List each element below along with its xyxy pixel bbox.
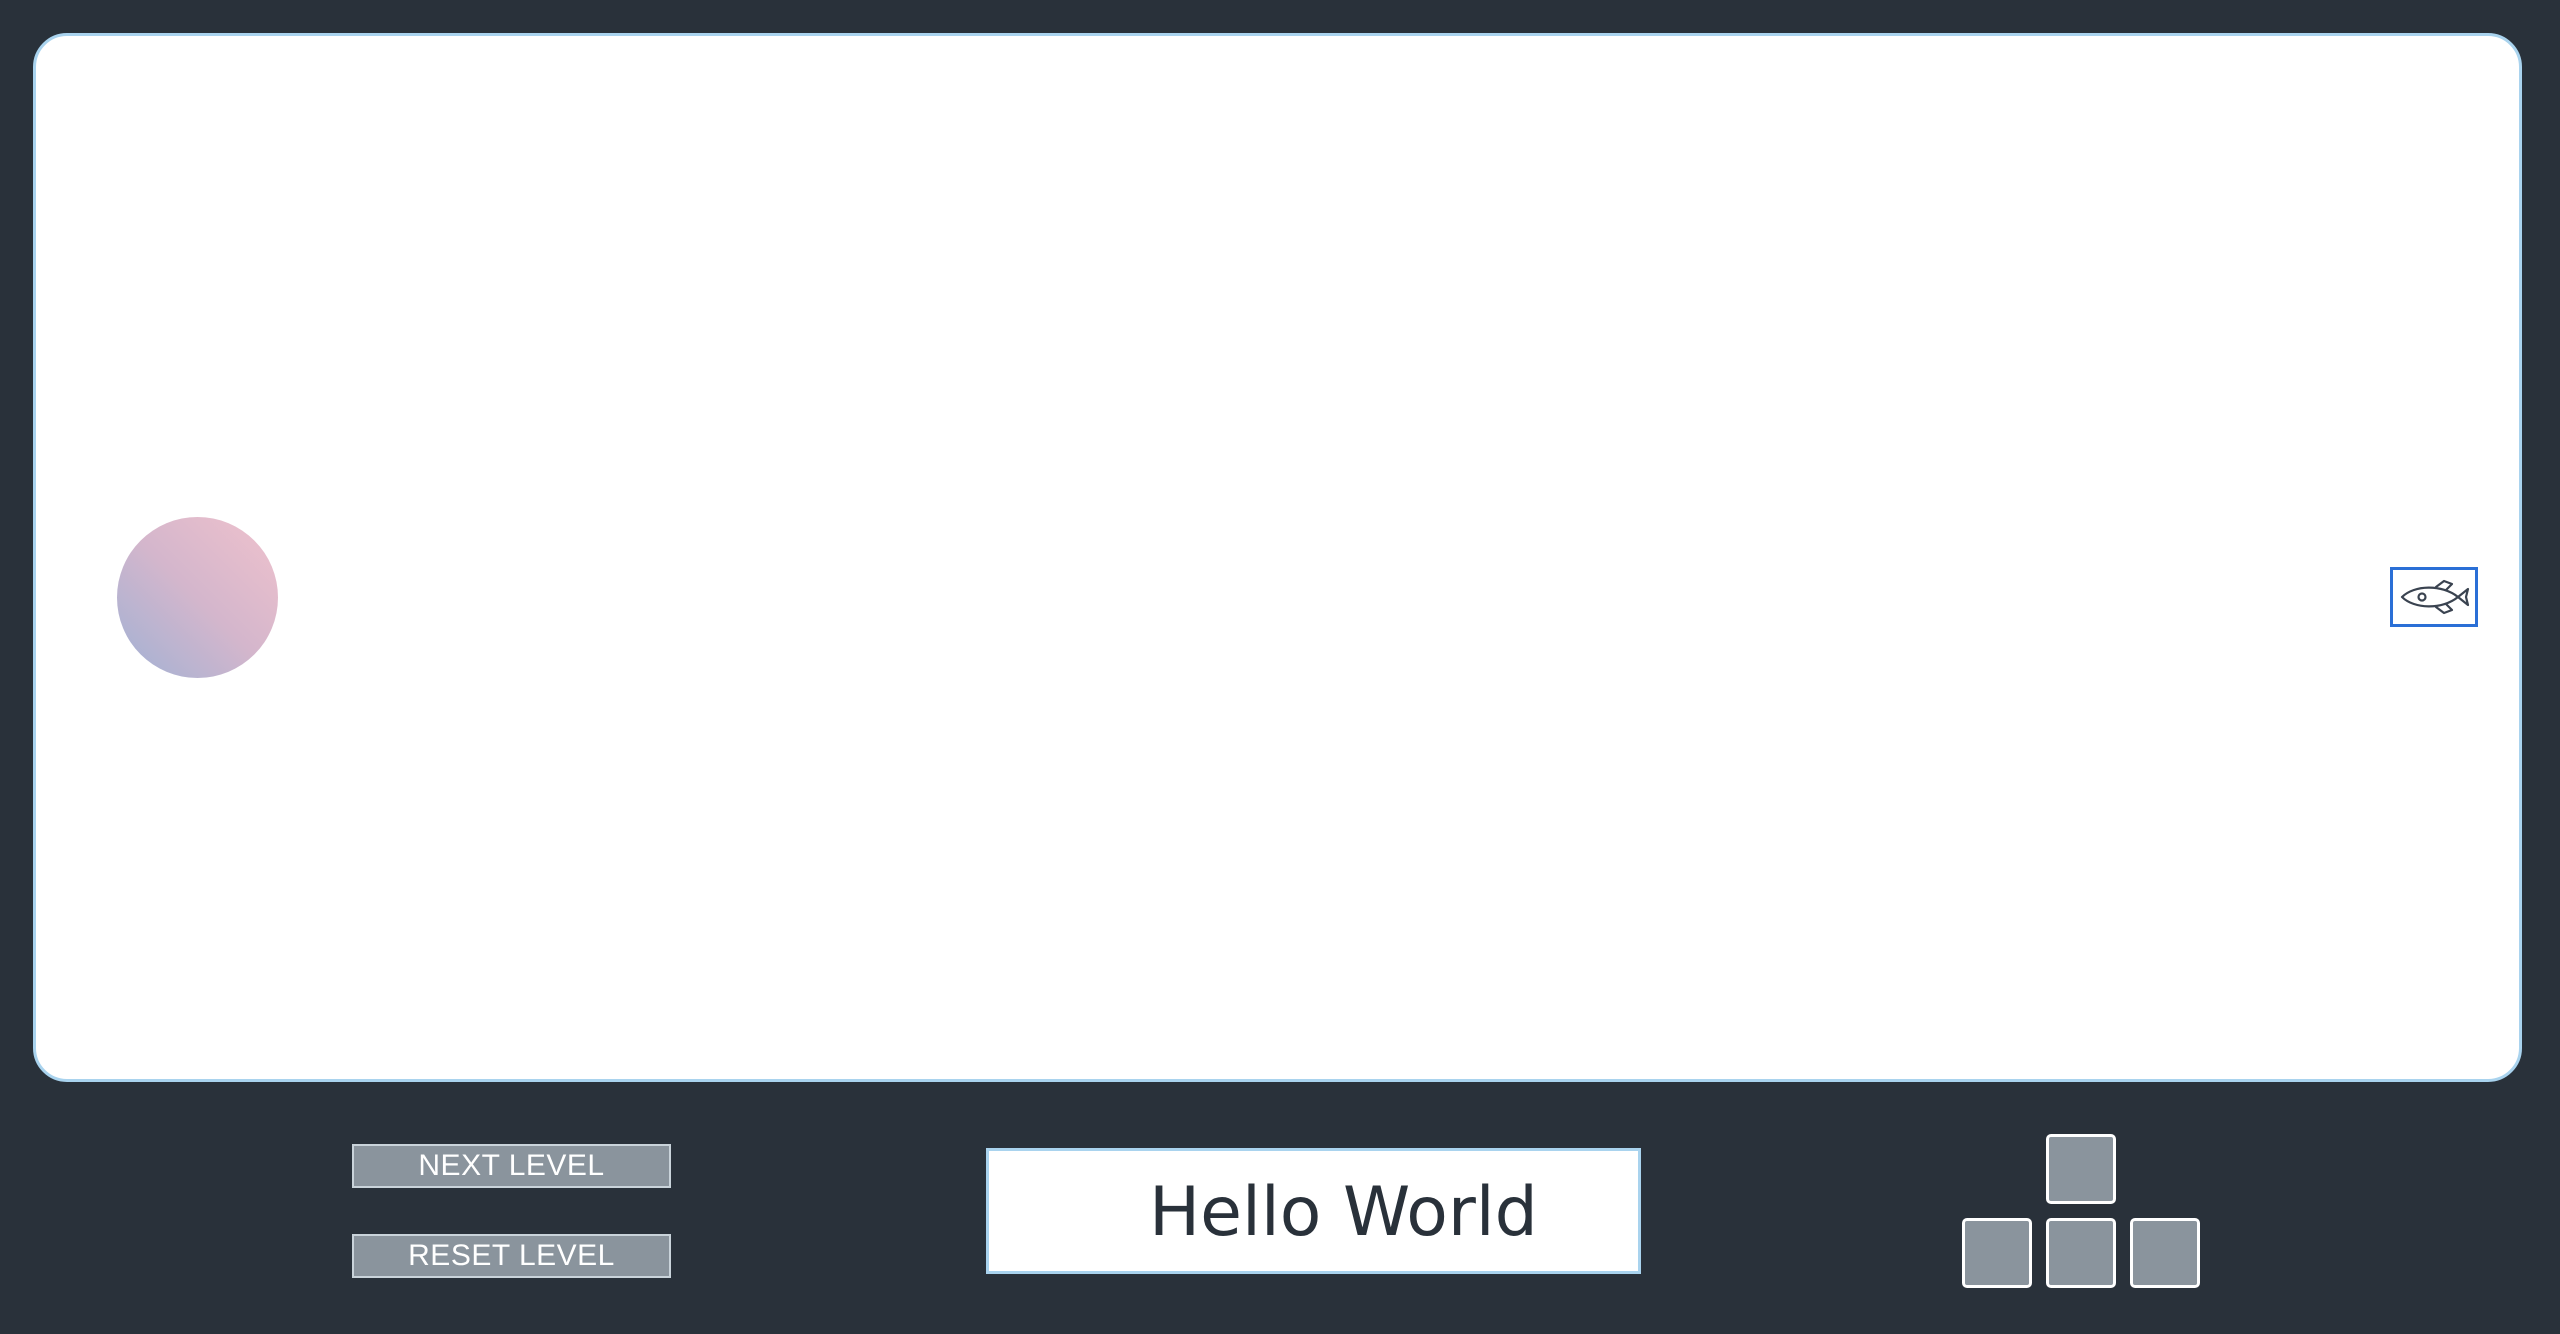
message-display: Hello World — [986, 1148, 1641, 1274]
arrow-key-right[interactable] — [2130, 1218, 2200, 1288]
next-level-button[interactable]: NEXT LEVEL — [352, 1144, 671, 1188]
reset-level-button[interactable]: RESET LEVEL — [352, 1234, 671, 1278]
game-stage: NEXT LEVEL RESET LEVEL Hello World — [0, 0, 2560, 1334]
arrow-key-down[interactable] — [2046, 1218, 2116, 1288]
arrow-key-up[interactable] — [2046, 1134, 2116, 1204]
arrow-key-left[interactable] — [1962, 1218, 2032, 1288]
message-text: Hello World — [1149, 1173, 1538, 1252]
rocket-icon — [2400, 579, 2470, 615]
player-ship[interactable] — [2390, 567, 2478, 627]
target-orb — [117, 517, 278, 678]
game-playfield[interactable] — [33, 33, 2522, 1082]
